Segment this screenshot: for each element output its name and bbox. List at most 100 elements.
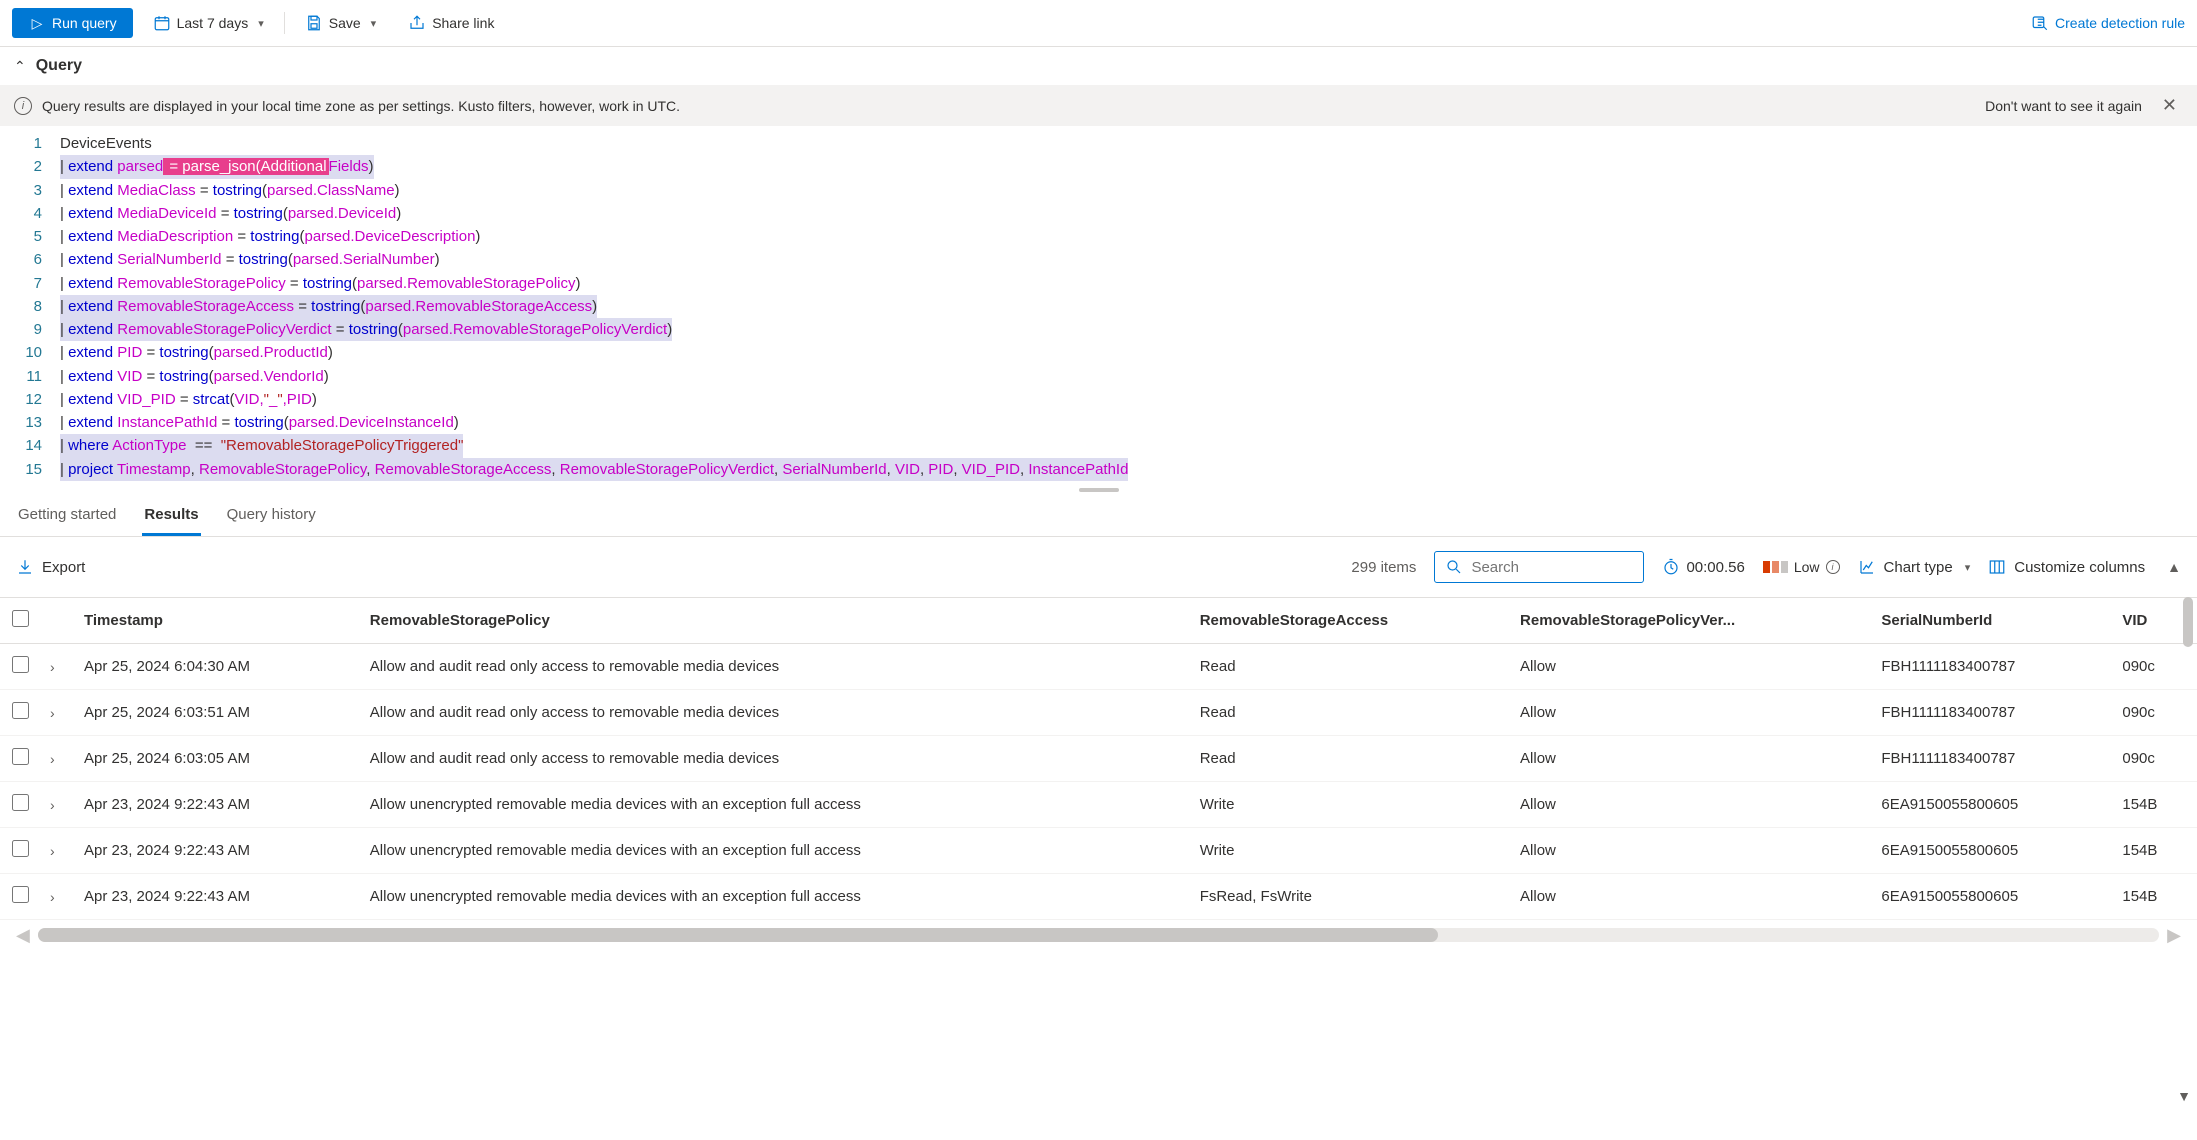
cell-serial: 6EA9150055800605 (1871, 828, 2112, 874)
chevron-down-icon: ▾ (371, 17, 377, 30)
cell-verdict: Allow (1510, 644, 1871, 690)
customize-columns-button[interactable]: Customize columns (1988, 558, 2145, 576)
expand-row-icon[interactable]: › (40, 782, 74, 828)
play-icon: ▷ (28, 14, 46, 32)
row-checkbox[interactable] (12, 748, 29, 765)
timerange-label: Last 7 days (177, 15, 249, 31)
chevron-down-icon: ▾ (258, 17, 264, 30)
cell-verdict: Allow (1510, 828, 1871, 874)
dismiss-link[interactable]: Don't want to see it again (1985, 98, 2142, 114)
cell-policy: Allow and audit read only access to remo… (360, 690, 1190, 736)
tab-getting-started[interactable]: Getting started (16, 494, 118, 536)
cell-policy: Allow unencrypted removable media device… (360, 828, 1190, 874)
save-label: Save (329, 15, 361, 31)
cell-timestamp: Apr 25, 2024 6:03:05 AM (74, 736, 360, 782)
share-link-button[interactable]: Share link (396, 8, 506, 38)
scroll-thumb[interactable] (38, 928, 1438, 942)
table-row[interactable]: ›Apr 23, 2024 9:22:43 AMAllow unencrypte… (0, 874, 2197, 920)
cell-access: Write (1190, 782, 1510, 828)
search-input[interactable] (1471, 559, 1633, 576)
collapse-toggle[interactable]: ⌃ (14, 58, 26, 75)
vertical-scrollbar[interactable] (2183, 597, 2193, 647)
row-checkbox[interactable] (12, 794, 29, 811)
banner-text: Query results are displayed in your loca… (42, 98, 680, 114)
horizontal-scrollbar[interactable]: ◀ ▶ (0, 930, 2197, 950)
cell-access: Read (1190, 690, 1510, 736)
save-dropdown[interactable]: Save ▾ (293, 8, 388, 38)
cell-policy: Allow unencrypted removable media device… (360, 782, 1190, 828)
select-all-checkbox[interactable] (12, 610, 29, 627)
row-checkbox[interactable] (12, 656, 29, 673)
col-timestamp[interactable]: Timestamp (74, 598, 360, 644)
chart-type-dropdown[interactable]: Chart type ▾ (1858, 558, 1971, 576)
cell-access: Read (1190, 644, 1510, 690)
results-tabs: Getting started Results Query history (0, 494, 2197, 537)
tab-results[interactable]: Results (142, 494, 200, 536)
info-icon[interactable]: i (1826, 560, 1840, 574)
results-table: Timestamp RemovableStoragePolicy Removab… (0, 597, 2197, 920)
create-detection-rule-button[interactable]: Create detection rule (2031, 14, 2185, 32)
scroll-left-icon[interactable]: ◀ (16, 925, 30, 946)
cell-serial: FBH1111183400787 (1871, 644, 2112, 690)
expand-row-icon[interactable]: › (40, 690, 74, 736)
row-checkbox[interactable] (12, 886, 29, 903)
caret-up-icon[interactable]: ▲ (2167, 559, 2181, 575)
time-range-dropdown[interactable]: Last 7 days ▾ (141, 8, 276, 38)
cell-timestamp: Apr 25, 2024 6:03:51 AM (74, 690, 360, 736)
cell-vid: 090c (2112, 690, 2197, 736)
expand-row-icon[interactable]: › (40, 736, 74, 782)
export-label: Export (42, 559, 85, 576)
results-toolbar: Export 299 items 00:00.56 Low i Chart ty… (0, 537, 2197, 597)
cell-timestamp: Apr 23, 2024 9:22:43 AM (74, 874, 360, 920)
splitter-handle[interactable] (0, 486, 2197, 494)
cell-access: Read (1190, 736, 1510, 782)
run-label: Run query (52, 15, 117, 31)
cell-vid: 090c (2112, 736, 2197, 782)
row-checkbox[interactable] (12, 840, 29, 857)
cell-serial: FBH1111183400787 (1871, 736, 2112, 782)
chart-icon (1858, 558, 1876, 576)
chevron-down-icon: ▾ (1965, 561, 1971, 574)
query-label: Query (36, 57, 82, 75)
table-row[interactable]: ›Apr 25, 2024 6:04:30 AMAllow and audit … (0, 644, 2197, 690)
export-button[interactable]: Export (16, 558, 85, 576)
search-box[interactable] (1434, 551, 1644, 583)
cell-vid: 154B (2112, 874, 2197, 920)
columns-label: Customize columns (2014, 559, 2145, 576)
query-timer: 00:00.56 (1662, 558, 1744, 576)
tab-query-history[interactable]: Query history (225, 494, 318, 536)
col-access[interactable]: RemovableStorageAccess (1190, 598, 1510, 644)
table-row[interactable]: ›Apr 25, 2024 6:03:05 AMAllow and audit … (0, 736, 2197, 782)
cell-access: FsRead, FsWrite (1190, 874, 1510, 920)
col-policy[interactable]: RemovableStoragePolicy (360, 598, 1190, 644)
col-serial[interactable]: SerialNumberId (1871, 598, 2112, 644)
query-editor[interactable]: 1DeviceEvents2| extend parsed = parse_js… (0, 126, 2197, 486)
top-toolbar: ▷ Run query Last 7 days ▾ Save ▾ Share l… (0, 0, 2197, 47)
chart-label: Chart type (1884, 559, 1953, 576)
divider (284, 12, 285, 34)
save-icon (305, 14, 323, 32)
table-row[interactable]: ›Apr 23, 2024 9:22:43 AMAllow unencrypte… (0, 828, 2197, 874)
table-row[interactable]: ›Apr 25, 2024 6:03:51 AMAllow and audit … (0, 690, 2197, 736)
perf-bars-icon (1763, 561, 1788, 573)
col-verdict[interactable]: RemovableStoragePolicyVer... (1510, 598, 1871, 644)
drag-bar-icon (1079, 488, 1119, 492)
expand-row-icon[interactable]: › (40, 828, 74, 874)
cell-timestamp: Apr 23, 2024 9:22:43 AM (74, 782, 360, 828)
close-icon[interactable]: ✕ (2156, 95, 2183, 116)
info-icon: i (14, 97, 32, 115)
cell-verdict: Allow (1510, 736, 1871, 782)
cell-verdict: Allow (1510, 782, 1871, 828)
table-row[interactable]: ›Apr 23, 2024 9:22:43 AMAllow unencrypte… (0, 782, 2197, 828)
row-checkbox[interactable] (12, 702, 29, 719)
expand-row-icon[interactable]: › (40, 644, 74, 690)
scroll-right-icon[interactable]: ▶ (2167, 925, 2181, 946)
expand-row-icon[interactable]: › (40, 874, 74, 920)
stopwatch-icon (1662, 558, 1680, 576)
search-icon (1445, 558, 1463, 576)
scroll-track[interactable] (38, 928, 2159, 942)
caret-down-icon[interactable]: ▼ (2177, 1088, 2191, 1104)
run-query-button[interactable]: ▷ Run query (12, 8, 133, 38)
cell-timestamp: Apr 23, 2024 9:22:43 AM (74, 828, 360, 874)
cell-vid: 154B (2112, 782, 2197, 828)
